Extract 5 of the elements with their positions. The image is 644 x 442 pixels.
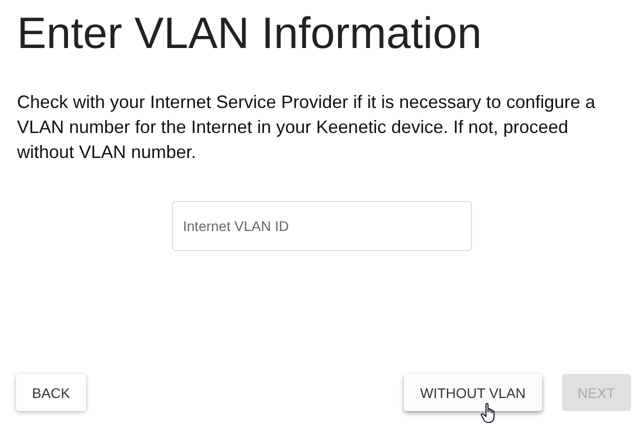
page-title: Enter VLAN Information <box>17 8 482 60</box>
back-button[interactable]: BACK <box>16 374 86 411</box>
without-vlan-button[interactable]: WITHOUT VLAN <box>404 374 542 411</box>
vlan-id-field[interactable]: Internet VLAN ID <box>172 201 472 251</box>
description-text: Check with your Internet Service Provider if it is necessary to configure a VLAN number for the Internet in your Keenetic device. If not, proceed without VLAN number. <box>17 91 596 164</box>
